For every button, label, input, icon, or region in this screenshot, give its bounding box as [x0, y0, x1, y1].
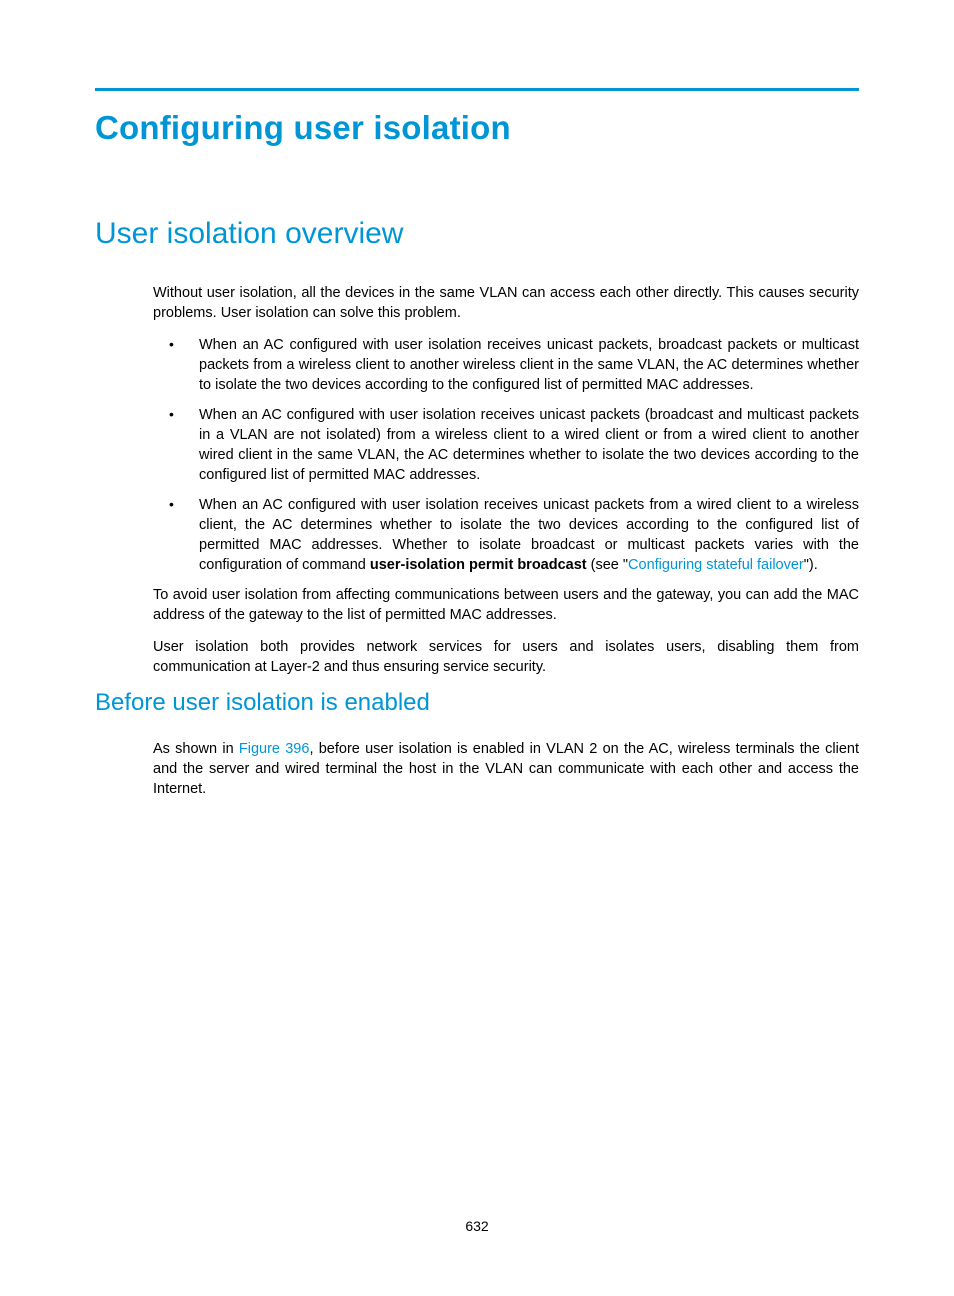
body-paragraph: To avoid user isolation from affecting c… — [153, 585, 859, 625]
bullet-text: "). — [804, 557, 818, 573]
list-item: When an AC configured with user isolatio… — [153, 335, 859, 395]
subsection-heading-before: Before user isolation is enabled — [95, 689, 859, 717]
section-heading-overview: User isolation overview — [95, 217, 859, 251]
list-item: When an AC configured with user isolatio… — [153, 405, 859, 485]
paragraph-text: As shown in — [153, 741, 239, 757]
bullet-list: When an AC configured with user isolatio… — [153, 335, 859, 575]
page-number: 632 — [0, 1218, 954, 1234]
body-paragraph: As shown in Figure 396, before user isol… — [153, 739, 859, 799]
figure-reference-link[interactable]: Figure 396 — [239, 741, 310, 757]
intro-paragraph: Without user isolation, all the devices … — [153, 283, 859, 323]
document-page: Configuring user isolation User isolatio… — [0, 0, 954, 1296]
bullet-text: (see " — [587, 557, 628, 573]
top-rule — [95, 88, 859, 91]
list-item: When an AC configured with user isolatio… — [153, 495, 859, 575]
body-content: User isolation overview Without user iso… — [153, 217, 859, 799]
page-title: Configuring user isolation — [95, 109, 859, 147]
command-text: user-isolation permit broadcast — [370, 557, 587, 573]
body-paragraph: User isolation both provides network ser… — [153, 637, 859, 677]
cross-reference-link[interactable]: Configuring stateful failover — [628, 557, 804, 573]
